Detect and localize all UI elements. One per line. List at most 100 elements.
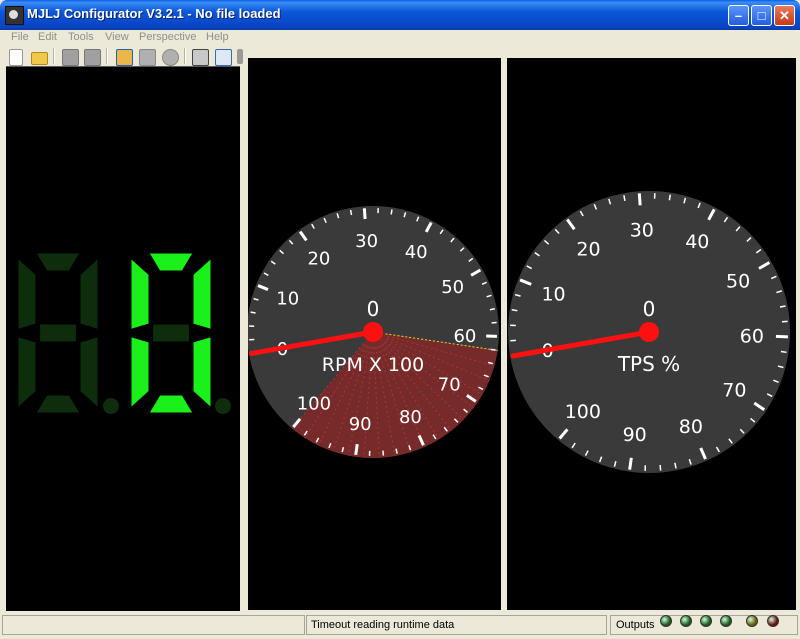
tick-label: 20 xyxy=(576,239,600,261)
maximize-icon: □ xyxy=(757,8,766,23)
tps-gauge: 0102030405060708090100 0 TPS % xyxy=(508,191,790,473)
new-file-icon[interactable] xyxy=(9,49,23,66)
major-tick xyxy=(628,457,633,470)
tps-gauge-label: TPS % xyxy=(617,352,680,376)
segment-f xyxy=(17,257,37,331)
output-led xyxy=(680,615,692,627)
digit-off xyxy=(17,252,99,414)
menu-perspective[interactable]: Perspective xyxy=(139,30,196,45)
tool-icon[interactable] xyxy=(237,49,243,64)
segment-c xyxy=(79,335,99,409)
tick-label: 80 xyxy=(679,416,703,438)
maximize-button[interactable]: □ xyxy=(751,5,772,26)
minor-tick xyxy=(511,309,518,312)
segment-f xyxy=(130,257,150,331)
tps-needle-hub xyxy=(639,322,659,342)
menu-file[interactable]: File xyxy=(11,30,29,45)
upload-icon[interactable] xyxy=(116,49,133,66)
tick-label: 70 xyxy=(722,380,746,402)
tick-label: 50 xyxy=(726,271,750,293)
rpm-value-readout: 0 xyxy=(367,297,380,321)
tick-label: 80 xyxy=(399,407,422,428)
output-led xyxy=(660,615,672,627)
rpm-gauge-label: RPM X 100 xyxy=(322,354,424,376)
save-icon[interactable] xyxy=(62,49,79,66)
tick-label: 10 xyxy=(276,289,299,310)
tick-label: 30 xyxy=(355,231,378,252)
tick-label: 40 xyxy=(405,242,428,263)
seven-segment-display xyxy=(17,252,231,414)
tick-label: 30 xyxy=(630,219,654,241)
output-led xyxy=(746,615,758,627)
minor-tick xyxy=(668,194,672,201)
segment-d xyxy=(148,394,194,414)
major-tick xyxy=(354,443,359,456)
major-tick xyxy=(637,193,642,206)
segment-e xyxy=(17,335,37,409)
minor-tick xyxy=(490,348,496,351)
rpm-gauge: 0102030405060708090100 0 RPM X 100 xyxy=(247,206,499,459)
minimize-icon: – xyxy=(734,8,743,23)
decimal-point xyxy=(215,398,231,414)
close-icon: ✕ xyxy=(779,8,790,23)
tick-label: 100 xyxy=(297,393,331,414)
minor-tick xyxy=(395,448,398,454)
menu-bar: File Edit Tools View Perspective Help xyxy=(0,30,800,45)
segment-b xyxy=(79,257,99,331)
minor-tick xyxy=(349,209,353,216)
output-led xyxy=(767,615,779,627)
tps-value-readout: 0 xyxy=(643,297,656,321)
status-bar: Timeout reading runtime data Outputs xyxy=(0,612,800,639)
app-icon[interactable] xyxy=(5,6,24,25)
tick-label: 60 xyxy=(453,326,476,347)
segment-b xyxy=(192,257,212,331)
chart-icon[interactable] xyxy=(215,49,232,66)
tick-label: 60 xyxy=(740,326,764,348)
status-cell-empty xyxy=(2,615,305,635)
rpm-needle-hub xyxy=(363,322,383,342)
dashboard-area: 0102030405060708090100 0 RPM X 100 01020… xyxy=(4,58,796,612)
minimize-button[interactable]: – xyxy=(728,5,749,26)
output-led xyxy=(720,615,732,627)
minor-tick xyxy=(390,209,393,215)
segment-d xyxy=(35,394,81,414)
tps-panel: 0102030405060708090100 0 TPS % xyxy=(507,58,796,610)
toolbar-separator xyxy=(184,48,186,64)
open-folder-icon[interactable] xyxy=(31,52,48,65)
outputs-label: Outputs xyxy=(616,619,655,631)
minor-tick xyxy=(779,305,786,308)
segment-g xyxy=(152,323,190,343)
toolbar-separator xyxy=(53,48,55,64)
status-message: Timeout reading runtime data xyxy=(311,619,455,631)
minor-tick xyxy=(780,350,787,354)
menu-help[interactable]: Help xyxy=(206,30,229,45)
gear-panel xyxy=(6,66,240,611)
tick-label: 90 xyxy=(349,414,372,435)
settings-icon[interactable] xyxy=(192,49,209,66)
segment-c xyxy=(192,335,212,409)
window-title: MJLJ Configurator V3.2.1 - No file loade… xyxy=(27,6,281,21)
minor-tick xyxy=(623,195,626,201)
minor-tick xyxy=(489,308,495,311)
segment-a xyxy=(148,252,194,272)
title-bar[interactable]: MJLJ Configurator V3.2.1 - No file loade… xyxy=(0,0,800,30)
burn-icon[interactable] xyxy=(162,49,179,66)
tick-label: 10 xyxy=(541,283,565,305)
download-icon[interactable] xyxy=(139,49,156,66)
toolbar-separator xyxy=(106,48,108,64)
segment-a xyxy=(35,252,81,272)
close-button[interactable]: ✕ xyxy=(774,5,795,26)
tick-label: 100 xyxy=(565,401,601,423)
minor-tick xyxy=(250,311,256,314)
tick-label: 20 xyxy=(307,249,330,270)
menu-edit[interactable]: Edit xyxy=(38,30,57,45)
save-as-icon[interactable] xyxy=(84,49,101,66)
rpm-panel: 0102030405060708090100 0 RPM X 100 xyxy=(247,58,501,610)
decimal-point xyxy=(103,398,119,414)
major-tick xyxy=(362,208,367,220)
tick-label: 70 xyxy=(438,374,461,395)
menu-tools[interactable]: Tools xyxy=(68,30,94,45)
menu-view[interactable]: View xyxy=(105,30,129,45)
digit-active xyxy=(130,252,212,414)
tick-label: 40 xyxy=(685,231,709,253)
